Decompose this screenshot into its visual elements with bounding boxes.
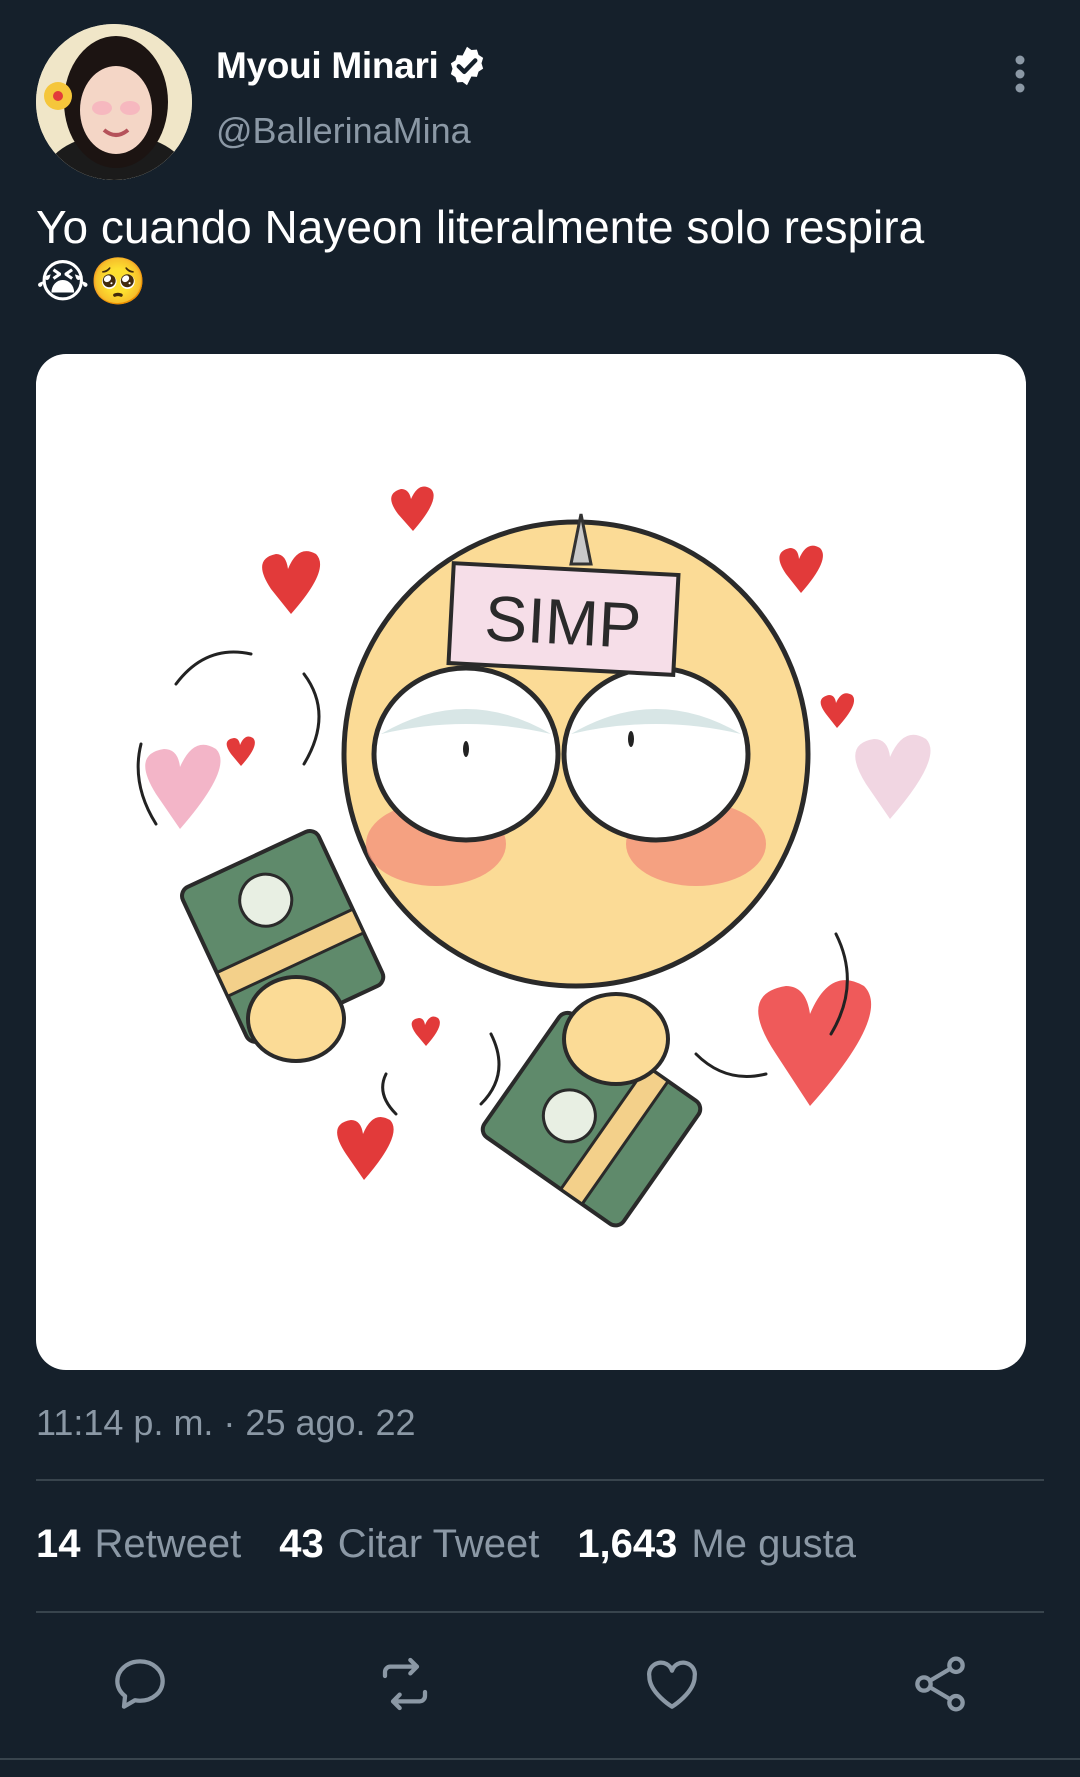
share-icon[interactable] xyxy=(908,1652,972,1716)
tweet-stats: 14 Retweet 43 Citar Tweet 1,643 Me gusta xyxy=(36,1522,894,1567)
divider xyxy=(36,1479,1044,1481)
display-name[interactable]: Myoui Minari xyxy=(216,45,439,87)
user-handle[interactable]: @BallerinaMina xyxy=(216,110,471,152)
like-count-label: Me gusta xyxy=(691,1522,856,1566)
tweet-timestamp[interactable]: 11:14 p. m. · 25 ago. 22 xyxy=(36,1402,416,1444)
like-count-value: 1,643 xyxy=(577,1522,678,1566)
reply-icon[interactable] xyxy=(108,1652,172,1716)
quote-count-label: Citar Tweet xyxy=(337,1522,540,1566)
quote-tweet-count[interactable]: 43 Citar Tweet xyxy=(279,1522,539,1567)
tweet-text: Yo cuando Nayeon literalmente solo respi… xyxy=(36,200,1036,308)
retweet-count[interactable]: 14 Retweet xyxy=(36,1522,241,1567)
quote-count-value: 43 xyxy=(279,1522,324,1566)
retweet-icon[interactable] xyxy=(373,1652,437,1716)
like-icon[interactable] xyxy=(640,1652,704,1716)
divider xyxy=(0,1758,1080,1760)
tweet-body: Yo cuando Nayeon literalmente solo respi… xyxy=(36,201,925,253)
verified-badge-icon xyxy=(450,46,483,86)
like-count[interactable]: 1,643 Me gusta xyxy=(577,1522,856,1567)
retweet-count-label: Retweet xyxy=(94,1522,242,1566)
tweet-emojis: 😭🥺 xyxy=(36,255,148,307)
divider xyxy=(36,1611,1044,1613)
more-options-icon[interactable] xyxy=(1010,54,1030,98)
avatar[interactable] xyxy=(36,24,192,180)
retweet-count-value: 14 xyxy=(36,1522,81,1566)
tweet-media-image[interactable]: SIMP xyxy=(36,354,1026,1370)
simp-sign-text: SIMP xyxy=(483,582,643,662)
